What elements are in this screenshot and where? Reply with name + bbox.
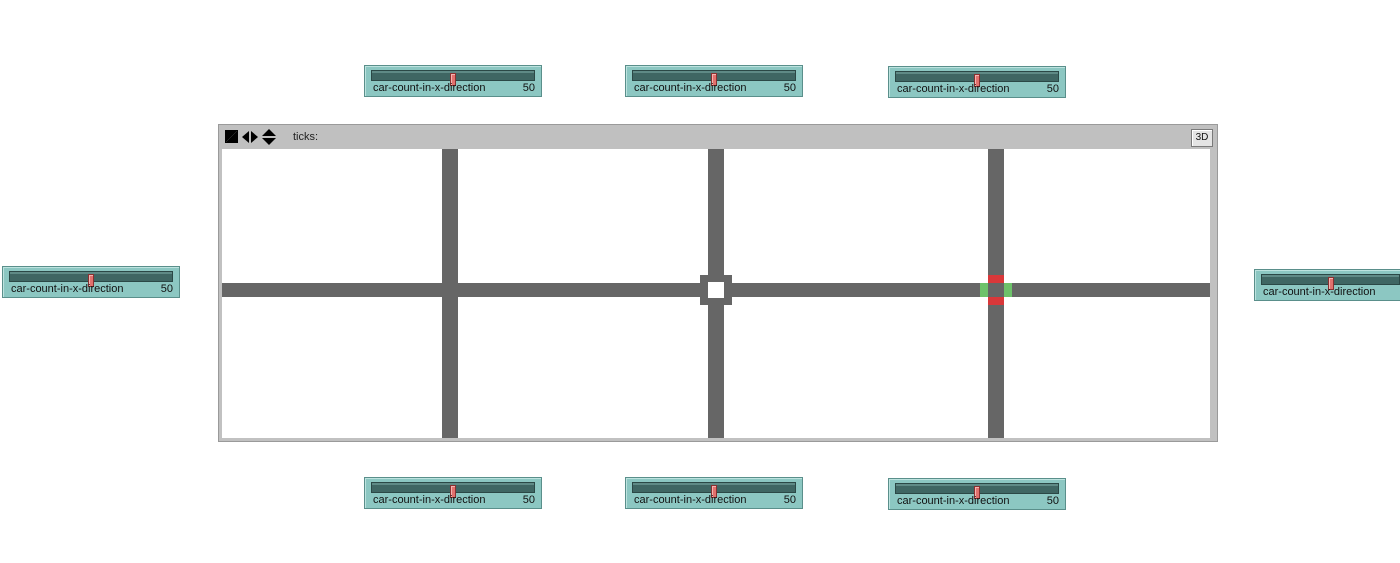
3d-button[interactable]: 3D [1191,129,1213,147]
slider-value: 50 [783,494,796,506]
slider-label: car-count-in-x-direction [11,283,124,295]
slider-track[interactable] [371,482,535,498]
slider-bottom-right[interactable]: car-count-in-x-direction 50 [888,478,1066,510]
road-vertical-3 [988,149,1004,438]
slider-bottom-middle[interactable]: car-count-in-x-direction 50 [625,477,803,509]
world-canvas[interactable] [222,149,1210,438]
signal-red-north [988,275,1004,283]
slider-value: 50 [160,283,173,295]
slider-label: car-count-in-x-direction [373,82,486,94]
slider-track[interactable] [371,70,535,86]
slider-label: car-count-in-x-direction [634,82,747,94]
slider-label: car-count-in-x-direction [897,495,1010,507]
up-down-arrows-icon[interactable] [262,129,276,145]
intersection-hole [708,282,724,298]
left-right-arrows-icon[interactable] [242,130,258,144]
slider-track[interactable] [895,71,1059,87]
slider-top-left[interactable]: car-count-in-x-direction 50 [364,65,542,97]
slider-value: 50 [522,82,535,94]
signal-red-south [988,297,1004,305]
world-view: ticks: 3D [218,124,1218,442]
slider-value: 50 [522,494,535,506]
signal-green-west [980,283,988,297]
slider-right[interactable]: car-count-in-x-direction [1254,269,1400,301]
slider-top-right[interactable]: car-count-in-x-direction 50 [888,66,1066,98]
slider-left[interactable]: car-count-in-x-direction 50 [2,266,180,298]
slider-label: car-count-in-x-direction [373,494,486,506]
road-vertical-1 [442,149,458,438]
slider-track[interactable] [632,482,796,498]
slider-track[interactable] [632,70,796,86]
slider-label: car-count-in-x-direction [634,494,747,506]
slider-track[interactable] [895,483,1059,499]
slider-value: 50 [1046,83,1059,95]
slider-bottom-left[interactable]: car-count-in-x-direction 50 [364,477,542,509]
slider-value: 50 [783,82,796,94]
slider-label: car-count-in-x-direction [897,83,1010,95]
signal-green-east [1004,283,1012,297]
slider-label: car-count-in-x-direction [1263,286,1376,298]
pencil-square-icon[interactable] [225,130,238,143]
slider-track[interactable] [1261,274,1400,290]
view-toolbar: ticks: 3D [219,125,1217,149]
ticks-label: ticks: [293,131,319,143]
slider-track[interactable] [9,271,173,287]
slider-top-middle[interactable]: car-count-in-x-direction 50 [625,65,803,97]
slider-value: 50 [1046,495,1059,507]
